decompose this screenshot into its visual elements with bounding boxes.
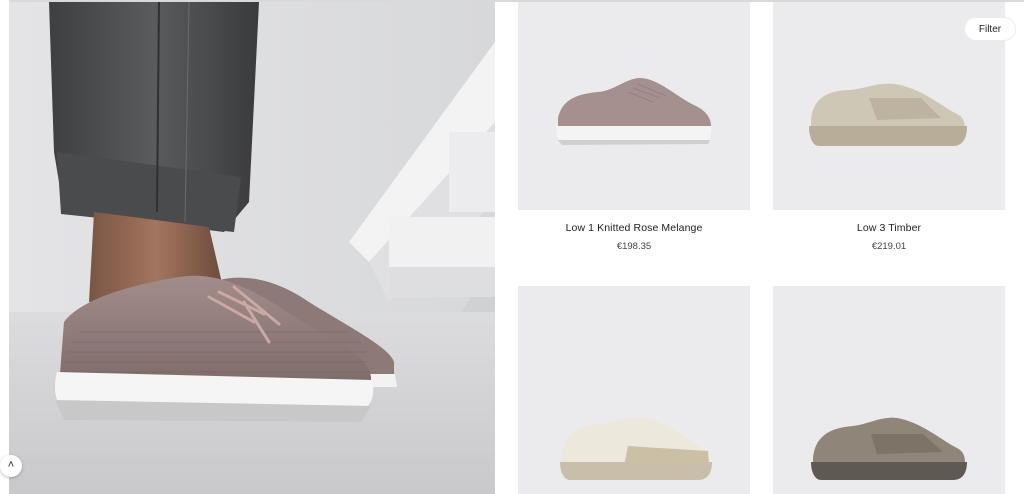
page-left-margin [0,0,9,494]
filter-button[interactable]: Filter [964,17,1016,41]
filter-button-label: Filter [978,23,1002,35]
product-card[interactable] [518,286,750,494]
page-right-margin [1018,2,1024,494]
product-image[interactable] [773,286,1005,494]
product-name[interactable]: Low 1 Knitted Rose Melange [518,222,750,234]
product-image[interactable] [518,286,750,494]
product-price: €198.35 [616,241,652,252]
product-card[interactable] [773,286,1005,494]
product-card[interactable]: Low 1 Knitted Rose Melange €198.35 [518,2,750,257]
chevron-up-icon: ˄ [7,458,15,471]
scroll-to-top-button[interactable]: ˄ [0,455,22,477]
product-price: €219.01 [871,241,907,252]
product-image[interactable] [518,2,750,210]
hero-lifestyle-image [9,2,495,494]
product-name[interactable]: Low 3 Timber [773,222,1005,234]
product-card[interactable]: Low 3 Timber €219.01 [773,2,1005,257]
